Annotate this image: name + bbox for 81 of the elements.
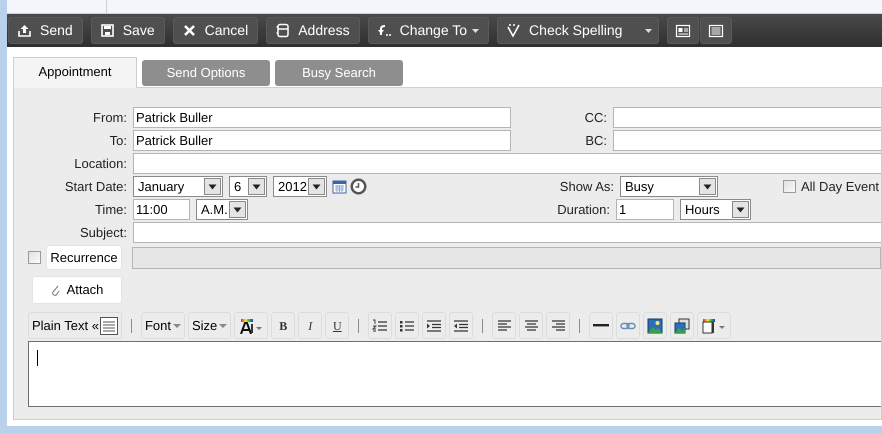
tab[interactable]: Appointment [13, 57, 137, 88]
images-icon [674, 318, 690, 334]
field-label: BC: [584, 132, 607, 150]
align-left-icon [496, 318, 512, 334]
attach-button[interactable]: Attach [32, 276, 122, 304]
field-label: Time: [94, 200, 127, 219]
format-icon-button[interactable] [492, 312, 516, 339]
checkbox[interactable] [28, 251, 41, 264]
text-field[interactable] [133, 153, 881, 174]
toolbar-icon-button[interactable] [667, 17, 700, 44]
address-book-icon [275, 23, 290, 38]
format-icon-button[interactable] [643, 312, 668, 339]
format-icon-button[interactable] [546, 312, 570, 339]
toolbar-button[interactable]: Address [266, 17, 360, 44]
plain-text-button[interactable]: Plain Text « [28, 312, 122, 339]
dropdown[interactable]: A.M. [196, 199, 248, 220]
format-icon-button[interactable] [422, 312, 446, 339]
format-icon-button[interactable] [697, 312, 732, 339]
indent-icon [426, 318, 442, 334]
format-icon-button[interactable] [234, 312, 268, 339]
text-cursor [37, 350, 38, 366]
field-label: From: [92, 108, 127, 127]
outdent-icon [453, 318, 470, 334]
field-label: Show As: [558, 178, 614, 196]
field-label: Location: [73, 154, 127, 173]
format-icon-button[interactable] [589, 312, 614, 339]
caret-icon [172, 324, 181, 328]
toolbar-icon-button[interactable] [700, 17, 732, 44]
time-field[interactable]: 11:00 [133, 199, 190, 220]
spell-check-icon [506, 23, 522, 38]
checkbox[interactable] [783, 180, 796, 193]
close-icon [182, 23, 197, 38]
toolbar-button[interactable]: Save [90, 17, 165, 44]
format-icon-button[interactable] [395, 312, 420, 339]
format-icon-button[interactable] [670, 312, 694, 339]
editor-area[interactable] [28, 341, 881, 407]
duration-field[interactable]: 1 [616, 199, 674, 220]
caret-icon [219, 324, 228, 328]
calendar-icon[interactable] [332, 179, 347, 194]
toolbar-menu-button[interactable]: Font [140, 312, 185, 339]
format-icon-button[interactable] [519, 312, 544, 339]
toolbar-button[interactable]: Check Spelling [497, 17, 660, 44]
toolbar-button[interactable]: Cancel [172, 17, 258, 44]
upload-icon [17, 23, 32, 38]
field-label: Start Date: [64, 178, 127, 196]
paperclip-icon [50, 284, 60, 296]
text-color-icon [239, 318, 264, 334]
align-center-icon [524, 318, 539, 334]
format-button[interactable]: B [271, 312, 296, 339]
text-field[interactable] [613, 130, 881, 151]
clock-icon[interactable] [350, 178, 367, 195]
text-field[interactable]: Patrick Buller [133, 107, 511, 128]
dropdown[interactable]: Busy [620, 176, 718, 197]
field-label: To: [108, 132, 127, 150]
toolbar-menu-button[interactable]: Size [188, 312, 232, 339]
layout-icon [675, 22, 692, 38]
dropdown[interactable]: Hours [680, 199, 751, 220]
horizontal-line-icon [593, 324, 610, 327]
numbered-list-icon [372, 318, 388, 334]
toolbar-button[interactable]: Send [8, 17, 83, 44]
dropdown[interactable]: 2012 [273, 176, 327, 197]
format-button[interactable]: U [325, 312, 350, 339]
field-label: CC: [584, 108, 607, 127]
recurrence-button[interactable]: Recurrence [46, 245, 122, 270]
text-field[interactable]: Patrick Buller [133, 130, 511, 151]
field-label: Duration: [556, 200, 610, 219]
text-field[interactable] [133, 222, 881, 243]
image-icon [647, 318, 664, 334]
text-field[interactable] [613, 107, 881, 128]
dropdown[interactable]: 6 [229, 176, 267, 197]
document-icon [708, 22, 724, 38]
checkbox-label: All Day Event [801, 178, 880, 196]
format-icon-button[interactable] [449, 312, 474, 339]
format-button[interactable]: I [298, 312, 322, 339]
align-right-icon [550, 318, 566, 334]
toolbar-button[interactable]: Change To [368, 17, 490, 44]
field-label: Subject: [79, 224, 127, 242]
color-picker-icon [702, 318, 726, 334]
format-icon-button[interactable] [368, 312, 392, 339]
dropdown[interactable]: January [133, 176, 223, 197]
lines-icon [100, 316, 118, 334]
